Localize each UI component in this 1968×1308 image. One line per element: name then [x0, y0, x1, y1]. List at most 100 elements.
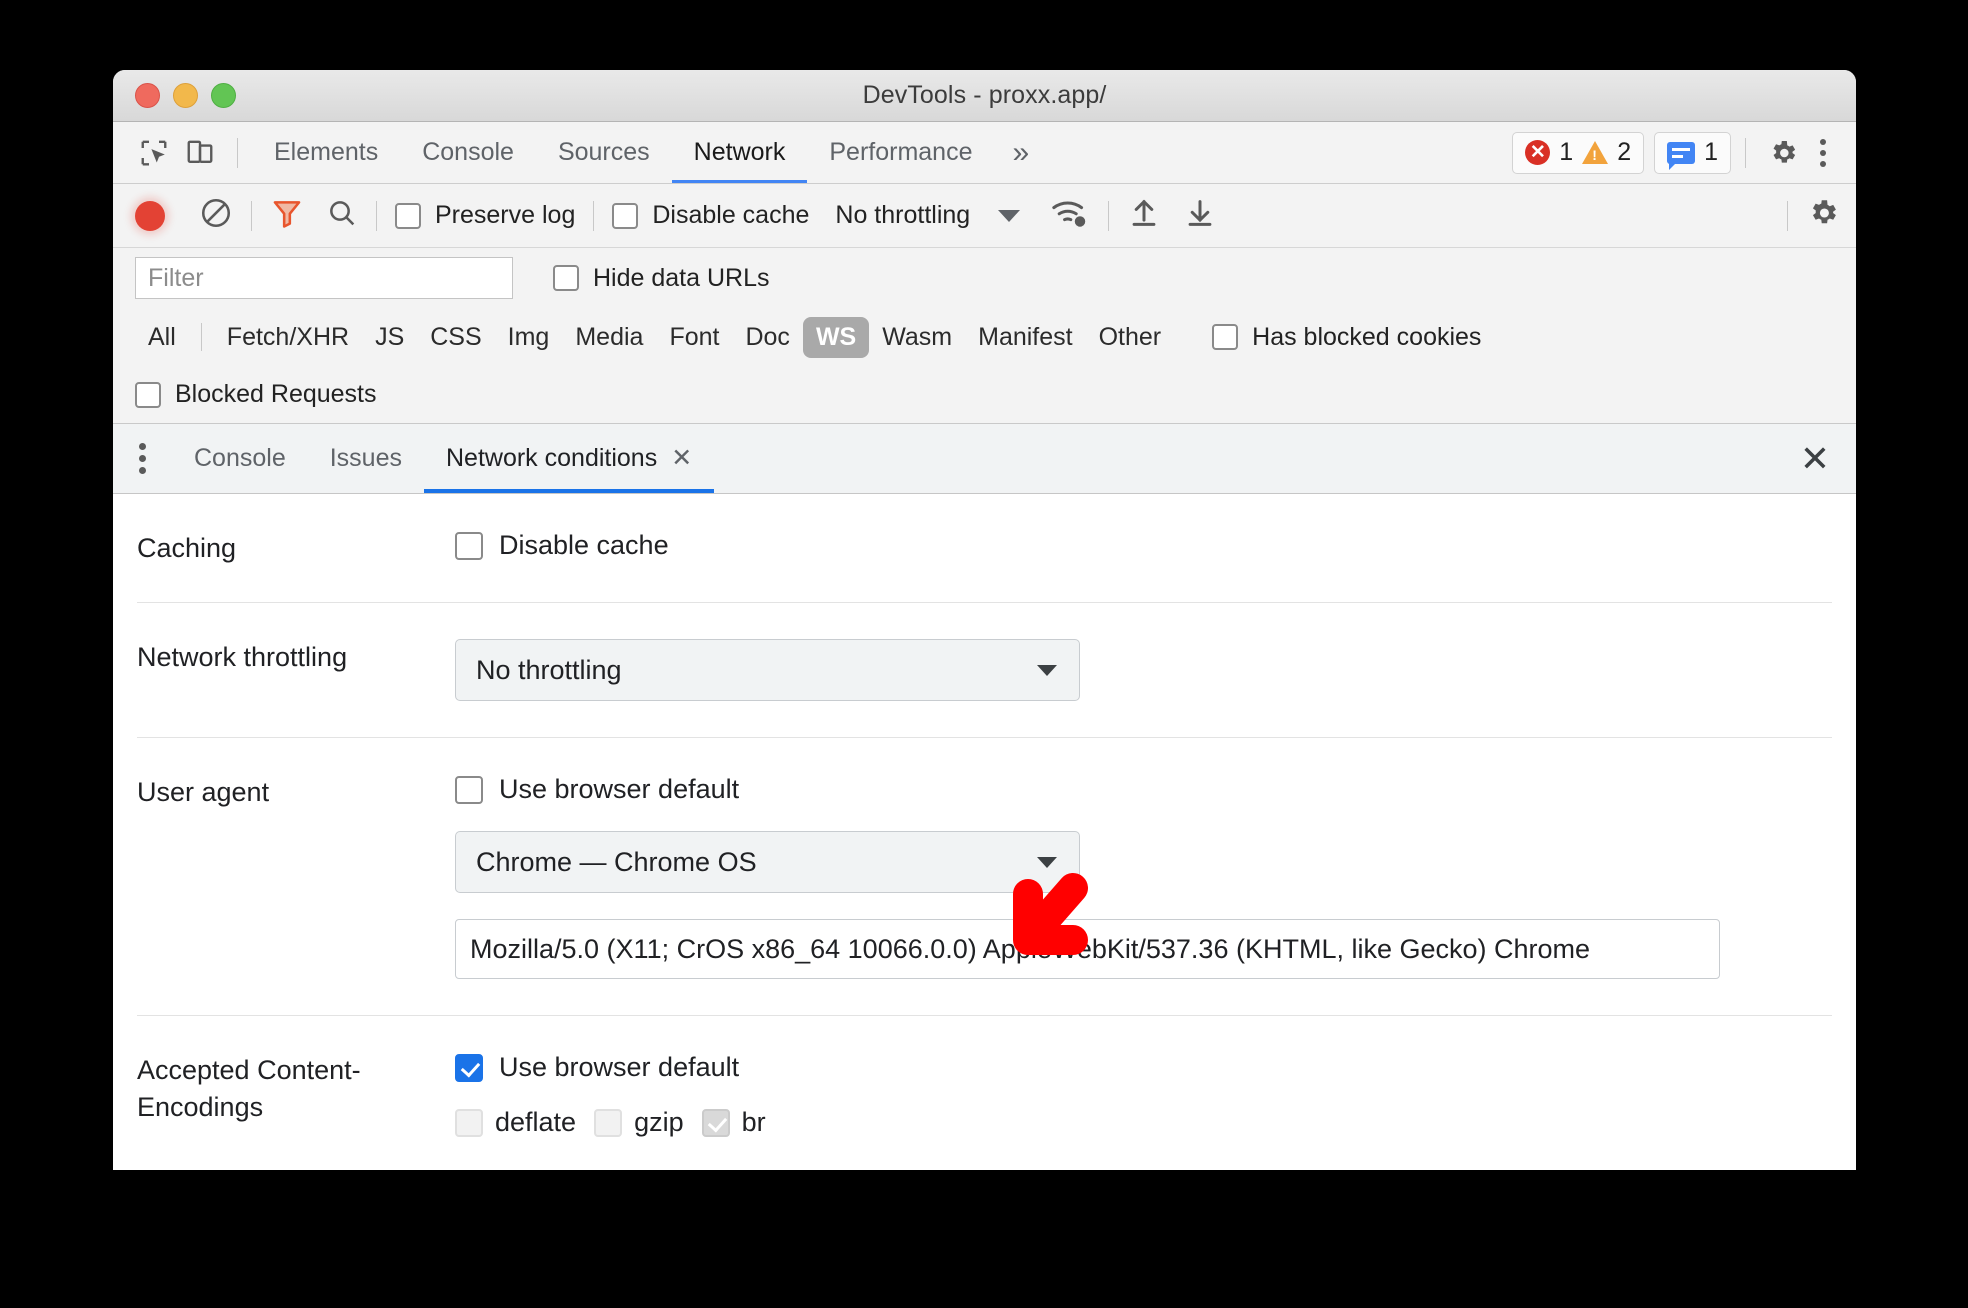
disable-cache-checkbox[interactable]: Disable cache: [612, 201, 809, 230]
type-chip-fetch-xhr[interactable]: Fetch/XHR: [214, 317, 362, 358]
drawer-tab-network-conditions-label: Network conditions: [446, 444, 658, 472]
blocked-requests-row: Blocked Requests: [113, 366, 1856, 424]
user-agent-body: Use browser default Chrome — Chrome OS M…: [455, 774, 1832, 980]
throttling-chevron-down-icon[interactable]: [998, 209, 1021, 222]
main-menu-kebab-icon[interactable]: [1806, 138, 1840, 167]
type-chip-css[interactable]: CSS: [417, 317, 494, 358]
search-icon[interactable]: [326, 197, 358, 234]
issues-counter[interactable]: ✕ 1 2: [1512, 131, 1645, 174]
type-chip-img[interactable]: Img: [495, 317, 563, 358]
tab-performance[interactable]: Performance: [807, 122, 994, 183]
encoding-gzip-label: gzip: [634, 1107, 684, 1138]
drawer-close-icon[interactable]: ✕: [1800, 440, 1830, 477]
content-encodings-body: Use browser default deflate gzip br: [455, 1052, 1832, 1138]
toggle-device-toolbar-icon[interactable]: [177, 130, 223, 176]
blocked-requests-checkbox[interactable]: Blocked Requests: [135, 380, 377, 409]
enc-use-browser-default-checkbox[interactable]: Use browser default: [455, 1052, 1832, 1083]
user-agent-label: User agent: [137, 777, 270, 808]
type-chip-manifest[interactable]: Manifest: [965, 317, 1085, 358]
tabstrip-right-cluster: ✕ 1 2 1: [1502, 130, 1840, 176]
drawer-tab-issues[interactable]: Issues: [308, 424, 424, 493]
tabstrip-divider: [237, 137, 238, 168]
drawer-tab-network-conditions[interactable]: Network conditions ✕: [424, 424, 715, 493]
tab-console[interactable]: Console: [400, 122, 536, 183]
devtools-window: DevTools - proxx.app/ Elements Console S…: [113, 70, 1856, 1170]
encoding-deflate-label: deflate: [495, 1107, 577, 1138]
disable-cache-box: [612, 202, 639, 229]
settings-gear-icon[interactable]: [1760, 130, 1806, 176]
type-chip-all[interactable]: All: [135, 317, 189, 358]
drawer-tab-console-label: Console: [194, 444, 286, 472]
user-agent-setting-row: User agent Use browser default Chrome — …: [137, 738, 1832, 1017]
type-chip-font[interactable]: Font: [656, 317, 732, 358]
drawer-tabstrip: Console Issues Network conditions ✕ ✕: [113, 424, 1856, 494]
panel-disable-cache-label: Disable cache: [499, 530, 669, 560]
hide-data-urls-checkbox[interactable]: Hide data URLs: [553, 264, 769, 293]
ua-use-browser-default-checkbox[interactable]: Use browser default: [455, 774, 1832, 805]
type-chip-wasm[interactable]: Wasm: [869, 317, 965, 358]
toolbar-divider-1: [251, 200, 252, 231]
content-encodings-setting-row: Accepted Content-Encodings Use browser d…: [137, 1016, 1832, 1170]
blocked-requests-box: [135, 381, 161, 408]
error-icon: ✕: [1525, 140, 1551, 165]
enc-use-browser-default-label: Use browser default: [499, 1052, 740, 1083]
user-agent-preset-value: Chrome — Chrome OS: [476, 846, 757, 877]
tab-sources[interactable]: Sources: [536, 122, 672, 183]
type-chip-js[interactable]: JS: [362, 317, 417, 358]
devtools-main-tabstrip: Elements Console Sources Network Perform…: [113, 122, 1856, 184]
record-button[interactable]: [135, 200, 165, 231]
toolbar-divider-5: [1787, 200, 1788, 231]
filter-input[interactable]: [135, 257, 513, 299]
network-conditions-wifi-icon[interactable]: [1050, 196, 1090, 235]
ua-use-browser-default-label: Use browser default: [499, 774, 740, 805]
window-title: DevTools - proxx.app/: [862, 81, 1107, 109]
encoding-br-checkbox[interactable]: br: [701, 1107, 766, 1138]
throttling-setting-row: Network throttling No throttling: [137, 603, 1832, 739]
blocked-requests-label: Blocked Requests: [175, 380, 377, 408]
error-count: 1: [1559, 138, 1574, 166]
filter-funnel-icon[interactable]: [270, 196, 304, 235]
network-toolbar-right: [1769, 196, 1840, 235]
throttling-select-label[interactable]: No throttling: [835, 201, 970, 230]
drawer-tab-close-icon[interactable]: ✕: [671, 446, 692, 471]
more-tabs-chevron-icon[interactable]: »: [994, 123, 1047, 183]
drawer-tab-console[interactable]: Console: [172, 424, 308, 493]
tab-network[interactable]: Network: [671, 122, 808, 183]
encoding-deflate-checkbox[interactable]: deflate: [455, 1107, 576, 1138]
user-agent-string-input[interactable]: Mozilla/5.0 (X11; CrOS x86_64 10066.0.0)…: [455, 919, 1720, 980]
throttling-select-value: No throttling: [476, 654, 622, 685]
import-har-icon[interactable]: [1127, 196, 1161, 235]
type-chip-media[interactable]: Media: [562, 317, 656, 358]
resource-type-filter-row: All Fetch/XHR JS CSS Img Media Font Doc …: [113, 308, 1856, 366]
inspect-element-icon[interactable]: [131, 130, 177, 176]
messages-counter[interactable]: 1: [1654, 131, 1731, 174]
throttling-select[interactable]: No throttling: [455, 639, 1080, 702]
toolbar-divider-4: [1108, 200, 1110, 231]
panel-disable-cache-checkbox[interactable]: Disable cache: [455, 530, 1832, 561]
encoding-gzip-box: [594, 1108, 623, 1137]
hide-data-urls-box: [553, 265, 579, 291]
content-encodings-label: Accepted Content-Encodings: [137, 1055, 361, 1122]
network-conditions-panel: Caching Disable cache Network throttling…: [113, 494, 1856, 1170]
type-chip-ws[interactable]: WS: [802, 316, 870, 358]
has-blocked-cookies-checkbox[interactable]: Has blocked cookies: [1212, 323, 1481, 352]
preserve-log-checkbox[interactable]: Preserve log: [395, 201, 575, 230]
caching-label: Caching: [137, 533, 237, 563]
encoding-gzip-checkbox[interactable]: gzip: [594, 1107, 684, 1138]
message-icon: [1667, 141, 1696, 170]
drawer-menu-kebab-icon[interactable]: [139, 443, 146, 474]
has-blocked-cookies-box: [1212, 324, 1239, 350]
user-agent-preset-select[interactable]: Chrome — Chrome OS: [455, 831, 1080, 894]
encoding-options-row: deflate gzip br: [455, 1107, 1832, 1138]
type-chip-doc[interactable]: Doc: [732, 317, 802, 358]
clear-requests-icon[interactable]: [199, 196, 233, 235]
export-har-icon[interactable]: [1183, 196, 1217, 235]
drawer-tab-issues-label: Issues: [329, 444, 402, 472]
caching-body: Disable cache: [455, 530, 1832, 566]
encoding-br-label: br: [741, 1107, 766, 1138]
type-chip-other[interactable]: Other: [1086, 317, 1175, 358]
preserve-log-label: Preserve log: [435, 201, 576, 229]
tab-elements[interactable]: Elements: [252, 122, 400, 183]
network-filter-row: Hide data URLs: [113, 248, 1856, 308]
network-settings-gear-icon[interactable]: [1806, 196, 1840, 235]
